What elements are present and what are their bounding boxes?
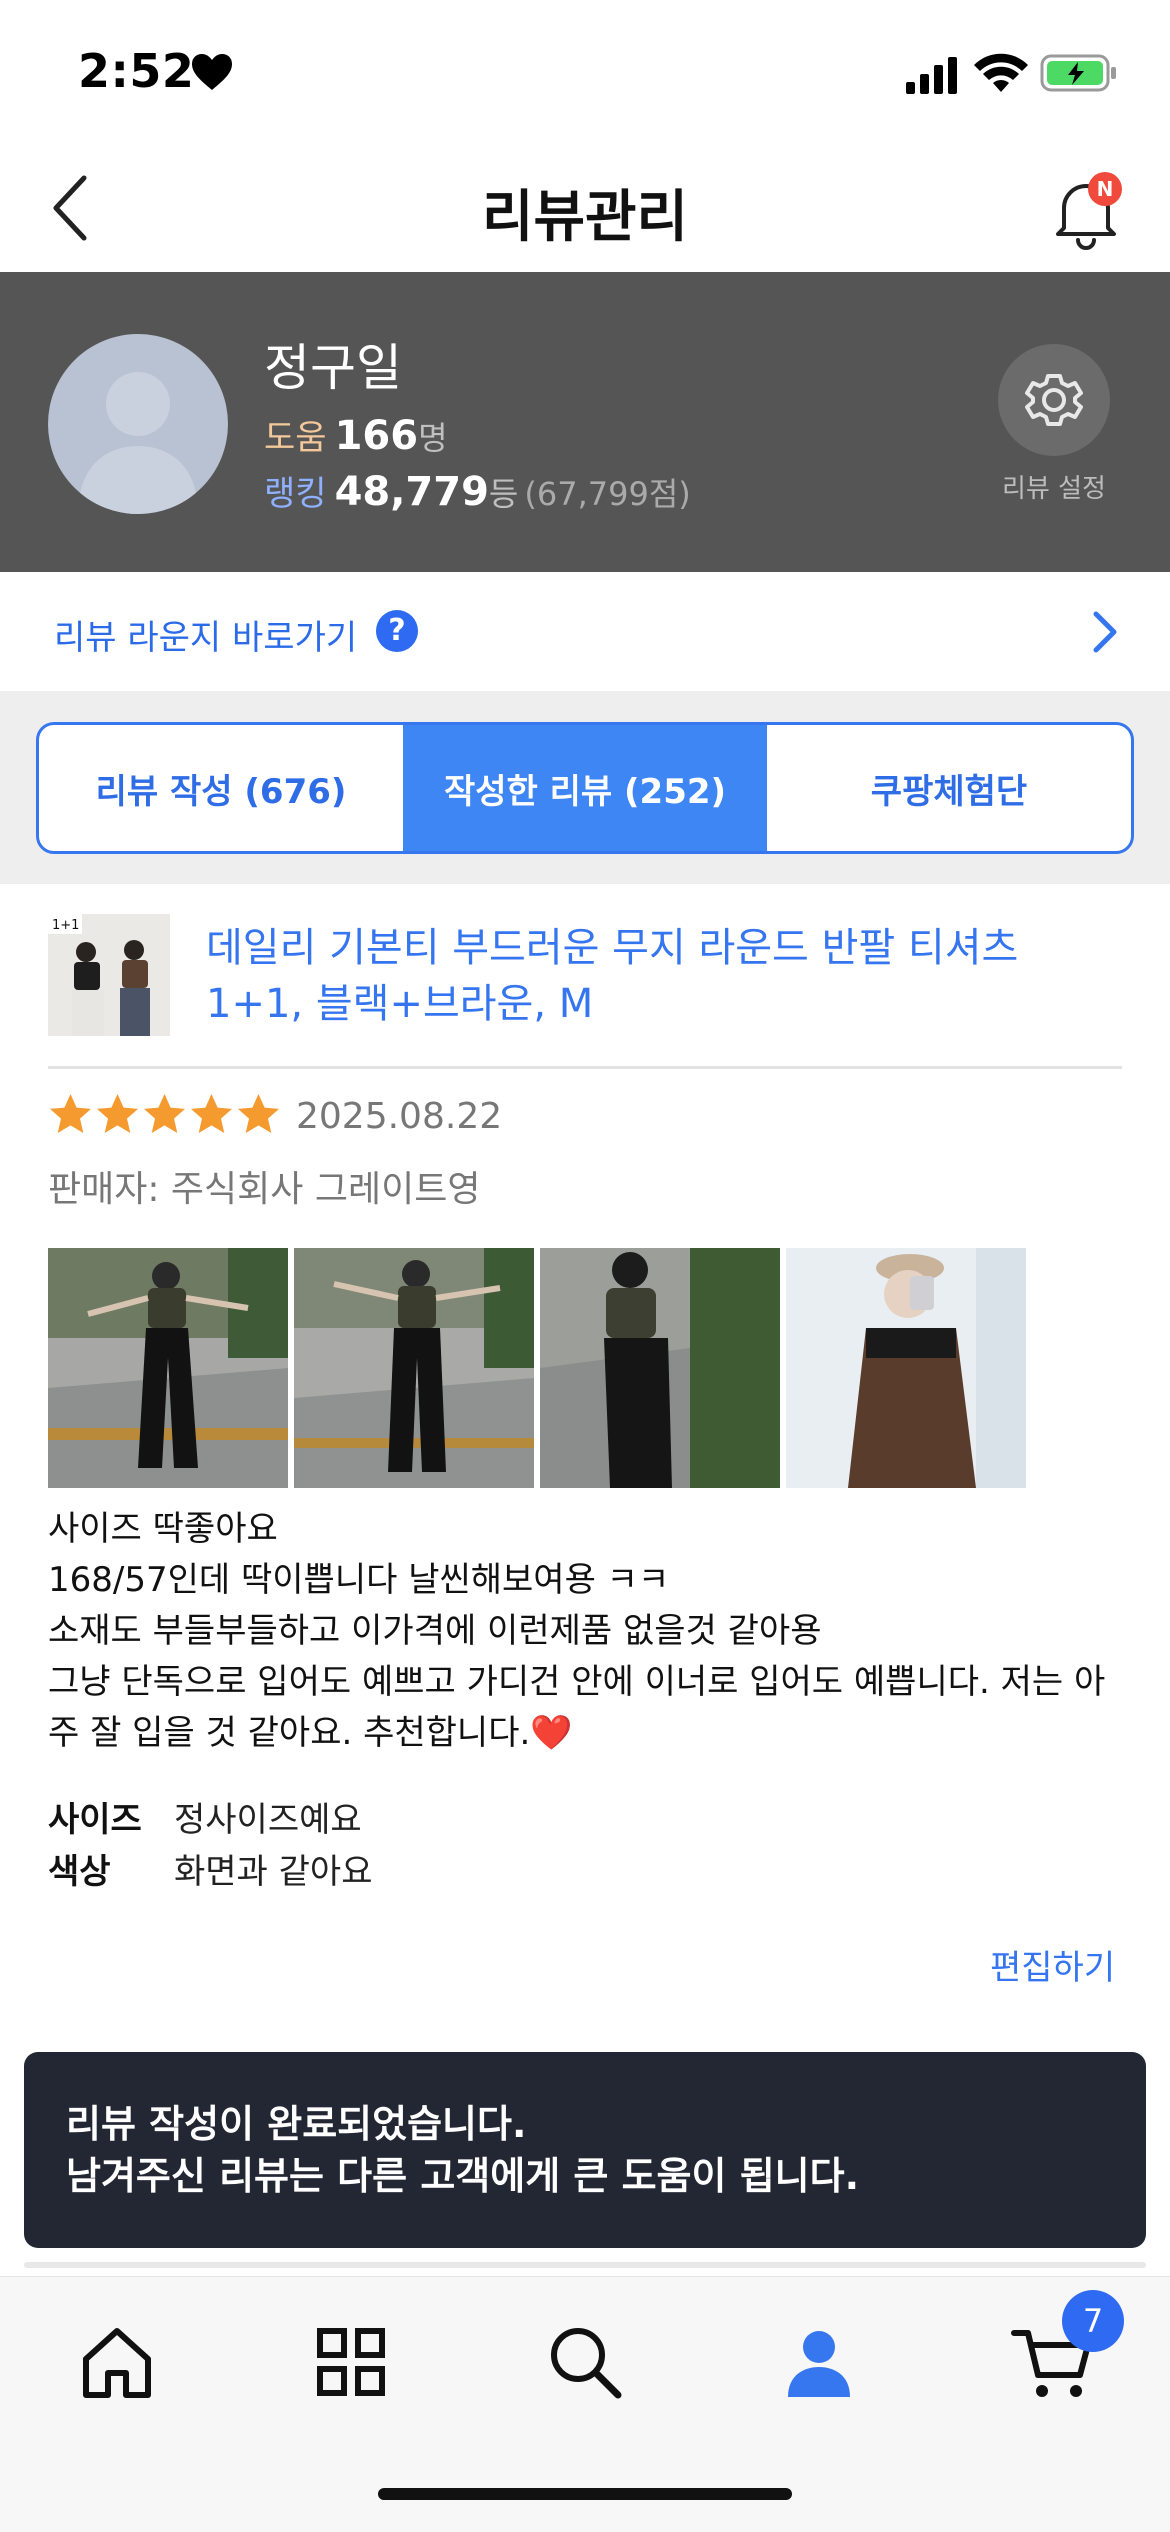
- attribute-key: 색상: [48, 1852, 111, 1892]
- signal-icon: [906, 57, 957, 94]
- star-icon: [50, 1094, 91, 1133]
- review-photos: [48, 1248, 1026, 1488]
- divider: [24, 2262, 1146, 2268]
- review-settings-label: 리뷰 설정: [1002, 474, 1106, 504]
- heart-icon: [192, 54, 232, 90]
- profile-section: 정구일 도움 166명 랭킹 48,779등 (67,799점) 리뷰 설정: [0, 272, 1170, 572]
- review-lounge-link[interactable]: 리뷰 라운지 바로가기 ?: [0, 572, 1170, 692]
- review-photo[interactable]: [48, 1248, 288, 1488]
- tab-written-reviews[interactable]: 작성한 리뷰 (252): [403, 725, 767, 851]
- product-thumbnail[interactable]: 1+1: [48, 914, 170, 1036]
- review-line: 소재도 부들부들하고 이가격에 이런제품 없을것 같아용: [48, 1611, 822, 1651]
- divider: [48, 1066, 1122, 1069]
- rank-unit: 등: [488, 475, 519, 513]
- toast-line: 남겨주신 리뷰는 다른 고객에게 큰 도움이 됩니다.: [66, 2154, 860, 2198]
- attribute-value: 화면과 같아요: [174, 1852, 373, 1892]
- cart-count-badge: 7: [1062, 2290, 1124, 2352]
- chevron-right-icon: [1093, 611, 1117, 653]
- rank-row: 랭킹 48,779등 (67,799점): [264, 466, 691, 515]
- help-count: 166: [334, 413, 419, 459]
- profile-icon[interactable]: [774, 2317, 864, 2407]
- category-icon[interactable]: [306, 2317, 396, 2407]
- lounge-link-text: 리뷰 라운지 바로가기: [54, 618, 358, 658]
- attribute-key: 사이즈: [48, 1800, 142, 1840]
- review-line: 사이즈 딱좋아요: [48, 1509, 278, 1549]
- app-header: 리뷰관리 N: [0, 140, 1170, 272]
- help-count-row: 도움 166명: [264, 410, 448, 459]
- toast-line: 리뷰 작성이 완료되었습니다.: [66, 2102, 527, 2146]
- rank-label: 랭킹: [264, 474, 327, 514]
- help-label: 도움: [264, 418, 327, 458]
- product-title[interactable]: 데일리 기본티 부드러운 무지 라운드 반팔 티셔츠 1+1, 블랙+브라운, …: [206, 920, 1106, 1032]
- profile-name: 정구일: [264, 339, 402, 397]
- review-date: 2025.08.22: [296, 1096, 503, 1137]
- attribute-row: 사이즈 정사이즈예요: [48, 1794, 373, 1846]
- status-bar: 2:52: [0, 0, 1170, 140]
- review-line: 168/57인데 딱이쁩니다 날씬해보여용 ㅋㅋ: [48, 1560, 670, 1600]
- review-photo[interactable]: [786, 1248, 1026, 1488]
- battery-icon: [1040, 54, 1116, 92]
- review-settings-button[interactable]: [998, 344, 1110, 456]
- wifi-icon: [974, 53, 1028, 92]
- rank-points: (67,799점): [524, 475, 691, 513]
- review-photo[interactable]: [294, 1248, 534, 1488]
- rating-stars: [48, 1092, 282, 1142]
- attribute-row: 색상 화면과 같아요: [48, 1846, 373, 1898]
- edit-review-link[interactable]: 편집하기: [990, 1940, 1115, 1989]
- review-body: 사이즈 딱좋아요 168/57인데 딱이쁩니다 날씬해보여용 ㅋㅋ 소재도 부들…: [48, 1504, 1128, 1759]
- star-icon: [97, 1094, 138, 1133]
- star-icon: [144, 1094, 185, 1133]
- avatar-placeholder-icon: [78, 372, 198, 514]
- toast-message: 리뷰 작성이 완료되었습니다. 남겨주신 리뷰는 다른 고객에게 큰 도움이 됩…: [24, 2052, 1146, 2248]
- product-thumb-badge: 1+1: [52, 918, 79, 933]
- review-photo[interactable]: [540, 1248, 780, 1488]
- product-image: 1+1: [48, 914, 170, 1036]
- rank-value: 48,779: [334, 469, 489, 515]
- avatar: [48, 334, 228, 514]
- product-row[interactable]: 1+1 데일리 기본티 부드러운 무지 라운드 반팔 티셔츠 1+1, 블랙+브…: [0, 884, 1170, 1068]
- tab-write-review[interactable]: 리뷰 작성 (676): [39, 725, 403, 851]
- home-indicator: [378, 2488, 792, 2500]
- review-tabs: 리뷰 작성 (676) 작성한 리뷰 (252) 쿠팡체험단: [36, 722, 1134, 854]
- attribute-value: 정사이즈예요: [174, 1800, 362, 1840]
- page-title: 리뷰관리: [481, 185, 689, 250]
- star-icon: [238, 1094, 279, 1133]
- status-time: 2:52: [78, 44, 195, 98]
- review-line: 그냥 단독으로 입어도 예쁘고 가디건 안에 이너로 입어도 예쁩니다. 저는 …: [48, 1662, 1106, 1753]
- help-icon[interactable]: ?: [376, 610, 418, 652]
- help-unit: 명: [418, 419, 448, 457]
- tab-experience-group[interactable]: 쿠팡체험단: [767, 725, 1131, 851]
- star-icon: [191, 1094, 232, 1133]
- review-attributes: 사이즈 정사이즈예요 색상 화면과 같아요: [48, 1794, 373, 1898]
- home-icon[interactable]: [72, 2317, 162, 2407]
- seller-name: 판매자: 주식회사 그레이트영: [48, 1169, 481, 1210]
- gear-icon: [1025, 374, 1083, 426]
- search-icon[interactable]: [540, 2317, 630, 2407]
- notification-badge: N: [1088, 172, 1122, 206]
